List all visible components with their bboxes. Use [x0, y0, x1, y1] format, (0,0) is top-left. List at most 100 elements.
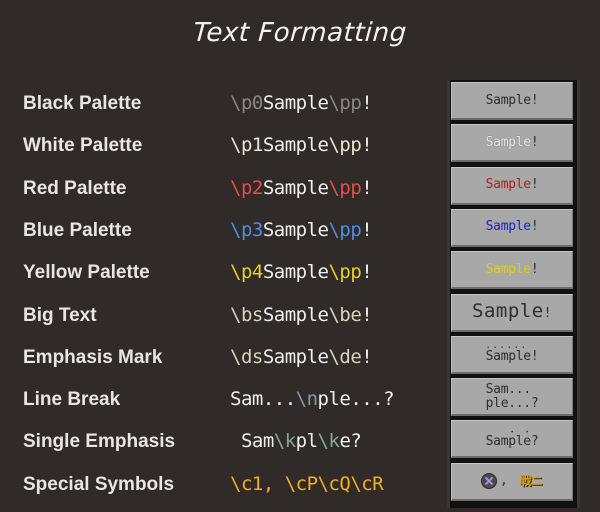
code-segment: ! [361, 218, 373, 241]
preview-box: Sample! [451, 335, 573, 374]
preview-box: Sample? [451, 420, 573, 459]
code-segment: \k [317, 430, 340, 453]
code-segment: Sample [262, 92, 329, 114]
format-label: Emphasis Mark [23, 346, 163, 368]
code-segment: \p2 [230, 176, 263, 199]
preview-text: Sample! [486, 178, 539, 192]
preview-emphasized-char: e [523, 434, 531, 449]
code-segment: ! [361, 345, 373, 368]
preview-segment: Sam [485, 433, 509, 449]
preview-separator: , [500, 473, 508, 489]
code-segment: Sam... [230, 388, 296, 411]
preview-line: Sam... [485, 381, 531, 397]
code-segment: ple...? [317, 388, 395, 411]
format-code: Sam\kpl\ke? [230, 430, 362, 453]
preview-suffix: ! [530, 219, 539, 235]
format-label: White Palette [23, 135, 143, 157]
format-code: \p0Sample\pp! [230, 92, 373, 114]
preview-box: , 戦ニ [451, 462, 573, 501]
code-segment: Sample [262, 218, 329, 241]
preview-line: ple...? [485, 395, 539, 411]
format-label: Blue Palette [23, 219, 132, 241]
format-label: Black Palette [23, 93, 142, 114]
format-label: Line Break [23, 389, 121, 411]
code-segment: \c1, \cP\cQ\cR [230, 472, 384, 495]
code-segment: ! [361, 303, 373, 326]
code-segment: \ds [230, 345, 263, 368]
format-label: Yellow Palette [23, 262, 150, 284]
preview-sample: Sample [485, 261, 531, 277]
preview-text: Sample! [472, 301, 552, 321]
code-segment: pl [295, 430, 318, 453]
format-label: Single Emphasis [23, 431, 176, 453]
preview-suffix: ! [543, 305, 552, 321]
format-code: \p2Sample\pp! [230, 176, 373, 199]
code-segment: Sample [262, 345, 329, 368]
code-segment: Sample [262, 134, 329, 157]
code-segment: \pp [328, 134, 362, 157]
preview-sample: Sample [485, 92, 531, 108]
preview-box: Sample! [451, 251, 573, 290]
preview-text: Sample! [486, 220, 539, 234]
format-label: Red Palette [23, 177, 127, 199]
preview-box: Sample! [451, 166, 573, 205]
code-segment: \p3 [230, 218, 263, 241]
preview-box: Sam... ple...? [451, 378, 573, 417]
code-segment: ! [361, 261, 373, 284]
preview-suffix: ! [530, 261, 539, 277]
code-segment: \pp [328, 261, 362, 284]
format-code: \p1Sample\pp! [230, 134, 373, 157]
code-segment: ! [361, 92, 373, 114]
preview-suffix: ! [530, 92, 539, 108]
preview-box: Sample! [451, 124, 573, 163]
code-segment: \pp [328, 176, 362, 199]
code-segment: \de [328, 345, 362, 368]
preview-box: Sample! [451, 293, 573, 332]
preview-segment: l [515, 433, 524, 449]
preview-sample: Sample [485, 177, 531, 193]
code-segment: \bs [230, 303, 263, 326]
code-segment: \k [273, 430, 296, 453]
preview-sample: Sample [485, 134, 531, 150]
preview-text: , 戦ニ [481, 473, 544, 490]
code-segment: \p0 [230, 92, 263, 114]
preview-text: Sample! [486, 341, 539, 365]
code-segment: \be [328, 303, 362, 326]
code-segment: \p4 [230, 261, 263, 284]
code-segment: \p1 [230, 134, 263, 157]
preview-text: Sample! [485, 134, 539, 150]
preview-suffix: ! [530, 177, 539, 193]
format-code: Sam...\nple...? [230, 388, 395, 411]
format-code: \bsSample\be! [230, 303, 373, 326]
preview-suffix: ! [530, 134, 539, 150]
preview-sample: Sample [472, 299, 544, 322]
preview-emphasized-char: p [508, 434, 516, 449]
preview-text: Sample? [485, 433, 539, 449]
format-code: \p3Sample\pp! [230, 218, 373, 241]
format-code: \p4Sample\pp! [230, 261, 373, 284]
code-segment: Sample [262, 261, 329, 284]
preview-box: Sample! [451, 208, 573, 247]
code-segment: Sample [262, 176, 329, 199]
code-segment: Sample [262, 303, 329, 326]
preview-box: Sample! [451, 82, 573, 120]
code-segment: \n [295, 388, 318, 411]
code-segment: \pp [328, 218, 362, 241]
preview-text: Sample! [485, 92, 539, 108]
preview-text: Sample! [485, 261, 539, 277]
code-segment: \pp [328, 92, 362, 114]
special-glyph-icon: 戦ニ [519, 474, 544, 489]
code-segment: ! [361, 134, 373, 157]
format-label: Big Text [23, 304, 97, 326]
page-title: Text Formatting [192, 18, 408, 48]
code-segment: ! [361, 176, 373, 199]
preview-sample: Sample [485, 219, 531, 235]
cross-button-icon [481, 473, 498, 490]
preview-suffix: ! [530, 349, 539, 365]
code-segment: Sam [230, 430, 274, 453]
format-label: Special Symbols [23, 473, 175, 495]
preview-segment: ? [530, 433, 539, 449]
format-code: \dsSample\de! [230, 345, 373, 368]
preview-text: Sam... ple...? [485, 381, 539, 411]
code-segment: e? [339, 430, 362, 453]
